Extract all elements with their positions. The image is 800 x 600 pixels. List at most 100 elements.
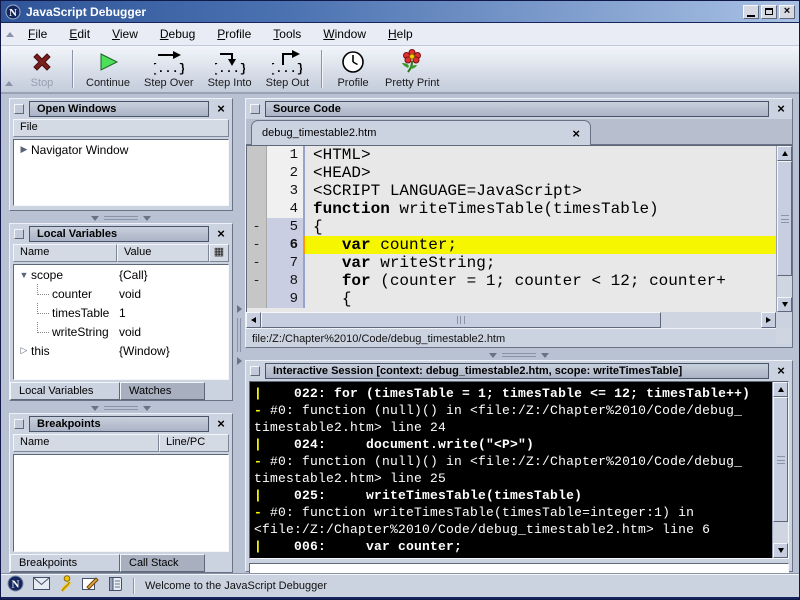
scrollbar-thumb[interactable] (261, 312, 661, 328)
source-line[interactable]: - 8 for (counter = 1; counter < 12; coun… (247, 272, 776, 290)
close-icon[interactable]: × (774, 364, 788, 378)
source-line[interactable]: 4 function writeTimesTable(timesTable) (247, 200, 776, 218)
horizontal-splitter[interactable] (9, 213, 233, 223)
profile-button[interactable]: Profile (328, 46, 378, 92)
close-window-button[interactable]: × (779, 5, 795, 19)
tab-breakpoints[interactable]: Breakpoints (10, 554, 120, 572)
menu-item[interactable]: Profile (208, 24, 260, 44)
step-out-button[interactable]: {...} Step Out (259, 46, 316, 92)
source-code-view[interactable]: 1 <HTML> 2 <HEAD> 3 <SCRIP (247, 146, 776, 312)
toolbar-grippy[interactable] (5, 81, 13, 86)
breakpoint-margin[interactable] (247, 146, 267, 164)
netscape-icon[interactable]: N (7, 575, 24, 597)
close-icon[interactable]: × (774, 102, 788, 116)
source-line[interactable]: 1 <HTML> (247, 146, 776, 164)
menu-item[interactable]: Help (379, 24, 422, 44)
breakpoint-margin[interactable]: - (247, 236, 267, 254)
console-line: - #0: function (null)() in <file:/Z:/Cha… (254, 402, 772, 419)
menu-item[interactable]: Tools (264, 24, 310, 44)
close-icon[interactable]: × (214, 102, 228, 116)
breakpoint-margin[interactable]: - (247, 254, 267, 272)
continue-button[interactable]: Continue (79, 46, 137, 92)
panel-grip-icon[interactable] (14, 229, 24, 239)
breakpoints-list[interactable] (13, 454, 229, 552)
variable-row[interactable]: timesTable 1 (14, 303, 228, 322)
breakpoint-margin[interactable]: - (247, 272, 267, 290)
variable-row[interactable]: writeString void (14, 322, 228, 341)
breakpoint-margin[interactable] (247, 290, 267, 308)
column-header-value[interactable]: Value (117, 244, 209, 262)
column-header-name[interactable]: Name (13, 244, 117, 262)
step-over-button[interactable]: {...} Step Over (137, 46, 201, 92)
panel-grip-icon[interactable] (14, 419, 24, 429)
horizontal-splitter[interactable] (245, 350, 793, 360)
scroll-down-button[interactable] (777, 297, 792, 312)
expander-icon[interactable]: ▶ (17, 144, 31, 155)
composer-icon[interactable] (82, 576, 99, 596)
maximize-button[interactable] (761, 5, 777, 19)
scroll-left-button[interactable] (246, 312, 261, 328)
open-windows-list[interactable]: ▶ Navigator Window (13, 139, 229, 206)
column-header-name[interactable]: Name (13, 434, 159, 452)
menu-item[interactable]: File (19, 24, 56, 44)
menu-item[interactable]: Edit (60, 24, 99, 44)
panel-grip-icon[interactable] (14, 104, 24, 114)
close-icon[interactable]: × (214, 227, 228, 241)
addressbook-icon[interactable] (108, 576, 123, 597)
columns-picker-icon[interactable]: ▦ (209, 244, 229, 262)
tab-debug-timestable2[interactable]: debug_timestable2.htm × (251, 120, 591, 145)
variable-row[interactable]: ▷ this {Window} (14, 341, 228, 360)
mail-icon[interactable] (33, 577, 50, 595)
stop-button[interactable]: Stop (17, 46, 67, 92)
local-variables-list[interactable]: ▼ scope {Call} counter void timesTable 1 (13, 264, 229, 380)
source-vertical-scrollbar[interactable] (776, 146, 792, 312)
source-line[interactable]: 9 { (247, 290, 776, 308)
variable-row[interactable]: counter void (14, 284, 228, 303)
console-vertical-scrollbar[interactable] (772, 382, 788, 558)
minimize-button[interactable] (743, 5, 759, 19)
breakpoint-margin[interactable] (247, 182, 267, 200)
expander-icon[interactable]: ▷ (17, 345, 31, 356)
horizontal-splitter[interactable] (9, 403, 233, 413)
line-number: 4 (267, 200, 305, 218)
scroll-down-button[interactable] (773, 543, 788, 558)
tab-watches[interactable]: Watches (120, 382, 205, 400)
menubar-grippy[interactable] (6, 32, 14, 37)
breakpoint-margin[interactable]: - (247, 218, 267, 236)
scrollbar-thumb[interactable] (777, 161, 792, 276)
expander-icon[interactable]: ▼ (17, 270, 31, 280)
column-header-line-pc[interactable]: Line/PC (159, 434, 229, 452)
source-code-header: Source Code × (246, 99, 792, 119)
scroll-right-button[interactable] (761, 312, 776, 328)
breakpoint-margin[interactable] (247, 164, 267, 182)
scrollbar-thumb[interactable] (773, 397, 788, 522)
breakpoint-margin[interactable] (247, 200, 267, 218)
scroll-up-button[interactable] (773, 382, 788, 397)
svg-text:N: N (12, 579, 20, 591)
menu-item[interactable]: View (103, 24, 147, 44)
variable-row[interactable]: ▼ scope {Call} (14, 265, 228, 284)
close-icon[interactable]: × (572, 126, 580, 141)
source-line[interactable]: - 7 var writeString; (247, 254, 776, 272)
close-icon[interactable]: × (214, 417, 228, 431)
vertical-splitter[interactable] (233, 94, 245, 576)
console-output[interactable]: | 022: for (timesTable = 1; timesTable <… (249, 381, 789, 559)
panel-grip-icon[interactable] (250, 104, 260, 114)
tree-item-navigator-window[interactable]: ▶ Navigator Window (14, 140, 228, 159)
column-header-file[interactable]: File (13, 119, 229, 137)
scroll-up-button[interactable] (777, 146, 792, 161)
source-line[interactable]: - 6 var counter; (247, 236, 776, 254)
source-line[interactable]: 3 <SCRIPT LANGUAGE=JavaScript> (247, 182, 776, 200)
source-line[interactable]: - 5 { (247, 218, 776, 236)
step-into-button[interactable]: {...} Step Into (201, 46, 259, 92)
source-horizontal-scrollbar[interactable] (246, 312, 776, 328)
menu-item[interactable]: Debug (151, 24, 204, 44)
tab-local-variables[interactable]: Local Variables (10, 382, 120, 400)
panel-grip-icon[interactable] (250, 366, 260, 376)
aim-icon[interactable] (59, 575, 73, 597)
tab-call-stack[interactable]: Call Stack (120, 554, 205, 572)
variable-value: {Call} (119, 268, 228, 282)
pretty-print-button[interactable]: Pretty Print (378, 46, 446, 92)
source-line[interactable]: 2 <HEAD> (247, 164, 776, 182)
menu-item[interactable]: Window (314, 24, 375, 44)
